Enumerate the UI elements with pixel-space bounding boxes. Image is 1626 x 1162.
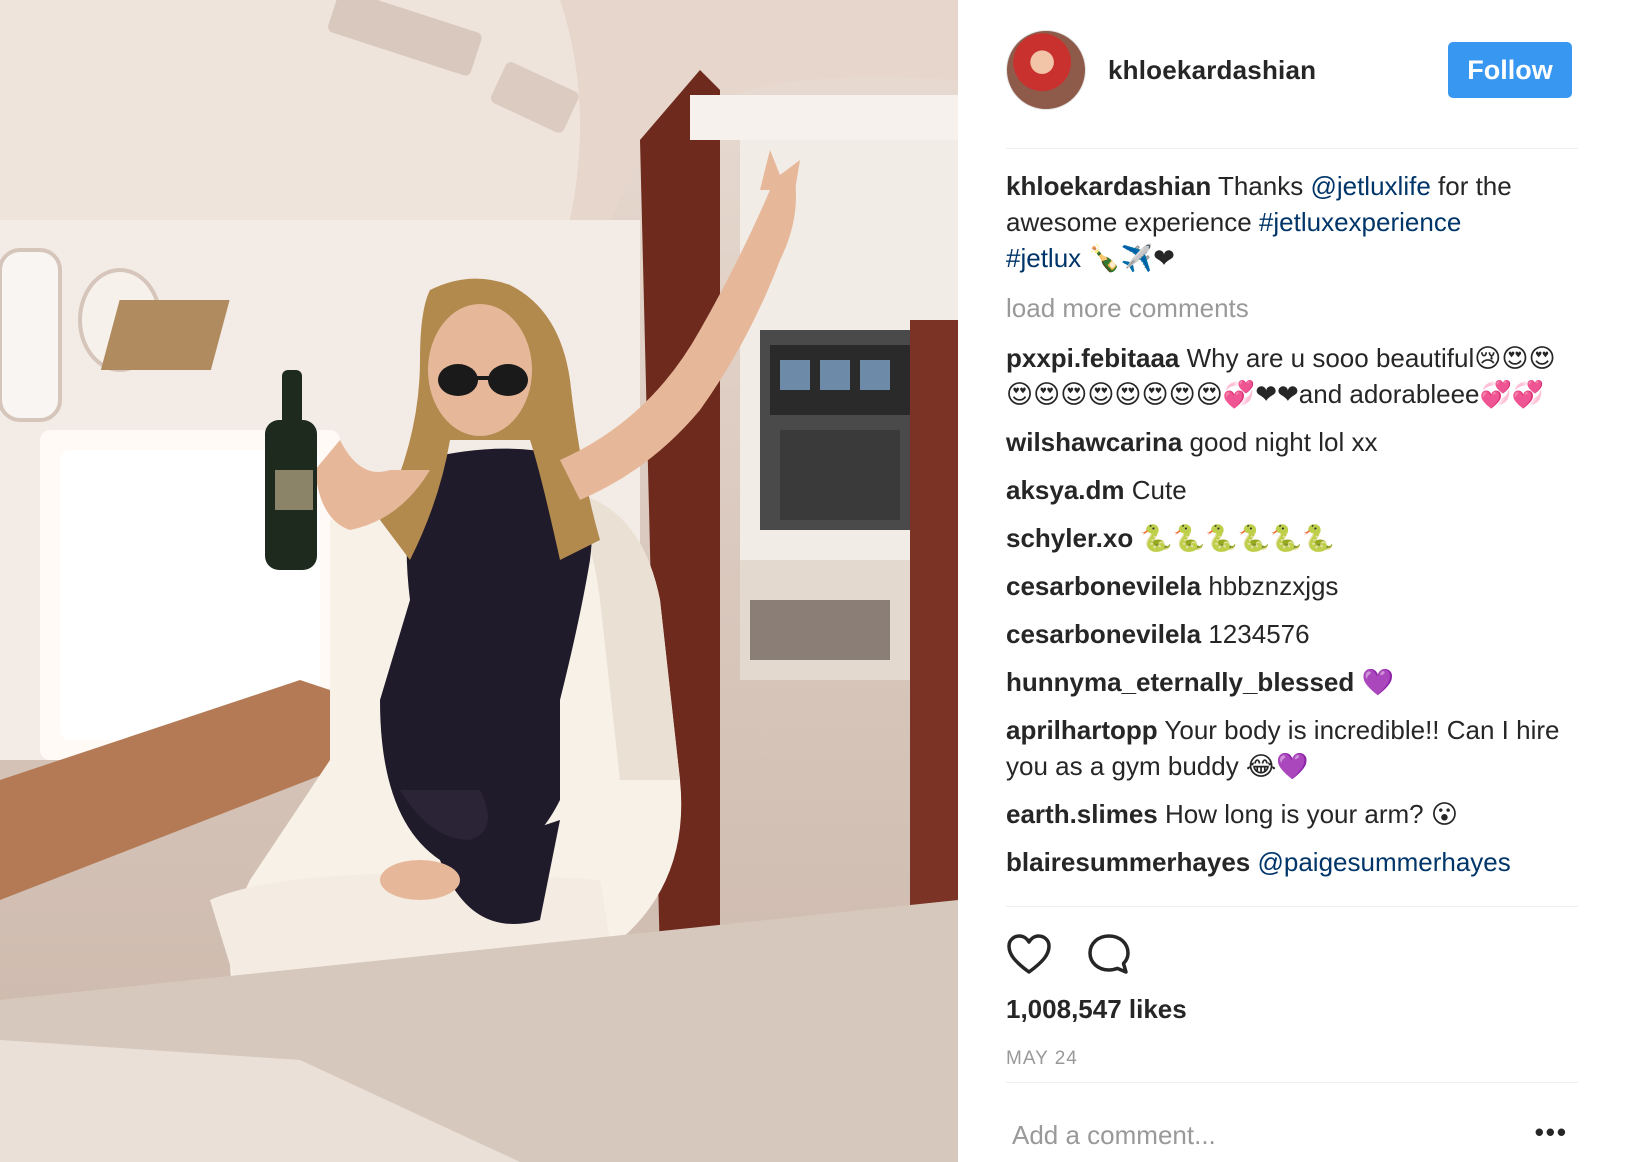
list-item: wilshawcarina good night lol xx <box>1006 424 1566 460</box>
comments-divider <box>1006 906 1578 907</box>
caption-username[interactable]: khloekardashian <box>1006 171 1211 201</box>
list-item: earth.slimes How long is your arm? 😮 <box>1006 796 1566 832</box>
list-item: aksya.dm Cute <box>1006 472 1566 508</box>
comments-list[interactable]: khloekardashian Thanks @jetluxlife for t… <box>1006 168 1566 902</box>
post-header: khloekardashian Follow <box>1006 30 1572 110</box>
comment-text: 🐍🐍🐍🐍🐍🐍 <box>1133 523 1335 553</box>
comment-username[interactable]: cesarbonevilela <box>1006 571 1201 601</box>
comment-username[interactable]: hunnyma_eternally_blessed <box>1006 667 1354 697</box>
follow-button[interactable]: Follow <box>1448 42 1572 98</box>
caption-hashtag-jetlux[interactable]: #jetlux <box>1006 243 1081 273</box>
comment-username[interactable]: schyler.xo <box>1006 523 1133 553</box>
list-item: pxxpi.febitaaa Why are u sooo beautiful😢… <box>1006 340 1566 412</box>
post-date[interactable]: MAY 24 <box>1006 1048 1078 1070</box>
comment-username[interactable]: wilshawcarina <box>1006 427 1182 457</box>
caption: khloekardashian Thanks @jetluxlife for t… <box>1006 168 1566 276</box>
comment-mention[interactable]: @paigesummerhayes <box>1257 847 1510 877</box>
caption-hashtag-jetluxexperience[interactable]: #jetluxexperience <box>1259 207 1461 237</box>
comment-text: hbbznzxjgs <box>1201 571 1339 601</box>
comment-text: How long is your arm? 😮 <box>1157 799 1458 829</box>
avatar[interactable] <box>1006 30 1086 110</box>
comment-username[interactable]: aprilhartopp <box>1006 715 1158 745</box>
caption-emoji: 🍾✈️❤ <box>1081 243 1175 273</box>
post-side-panel: khloekardashian Follow khloekardashian T… <box>958 0 1626 1162</box>
more-options-icon[interactable]: ••• <box>1535 1119 1568 1145</box>
comment-text: 💜 <box>1354 667 1394 697</box>
jet-cabin-illustration <box>0 0 958 1162</box>
comment-icon[interactable] <box>1086 932 1132 976</box>
header-username[interactable]: khloekardashian <box>1108 55 1316 86</box>
comment-username[interactable]: blairesummerhayes <box>1006 847 1250 877</box>
header-divider <box>1006 148 1578 149</box>
list-item: schyler.xo 🐍🐍🐍🐍🐍🐍 <box>1006 520 1566 556</box>
post-photo[interactable] <box>0 0 958 1162</box>
list-item: aprilhartopp Your body is incredible!! C… <box>1006 712 1566 784</box>
caption-text-1: Thanks <box>1211 171 1311 201</box>
heart-icon[interactable] <box>1006 933 1052 975</box>
add-comment-input[interactable] <box>1006 1120 1538 1151</box>
comment-text: 1234576 <box>1201 619 1310 649</box>
list-item: cesarbonevilela 1234576 <box>1006 616 1566 652</box>
load-more-comments-link[interactable]: load more comments <box>1006 290 1566 326</box>
action-bar <box>1006 930 1132 978</box>
comment-username[interactable]: aksya.dm <box>1006 475 1125 505</box>
footer-divider <box>1006 1082 1578 1083</box>
comment-text: good night lol xx <box>1182 427 1378 457</box>
list-item: hunnyma_eternally_blessed 💜 <box>1006 664 1566 700</box>
list-item: blairesummerhayes @paigesummerhayes <box>1006 844 1566 880</box>
instagram-post: khloekardashian Follow khloekardashian T… <box>0 0 1626 1162</box>
comment-username[interactable]: pxxpi.febitaaa <box>1006 343 1179 373</box>
list-item: cesarbonevilela hbbznzxjgs <box>1006 568 1566 604</box>
caption-mention[interactable]: @jetluxlife <box>1310 171 1430 201</box>
comment-text: Cute <box>1124 475 1187 505</box>
comment-username[interactable]: cesarbonevilela <box>1006 619 1201 649</box>
likes-count[interactable]: 1,008,547 likes <box>1006 994 1187 1025</box>
comment-username[interactable]: earth.slimes <box>1006 799 1158 829</box>
